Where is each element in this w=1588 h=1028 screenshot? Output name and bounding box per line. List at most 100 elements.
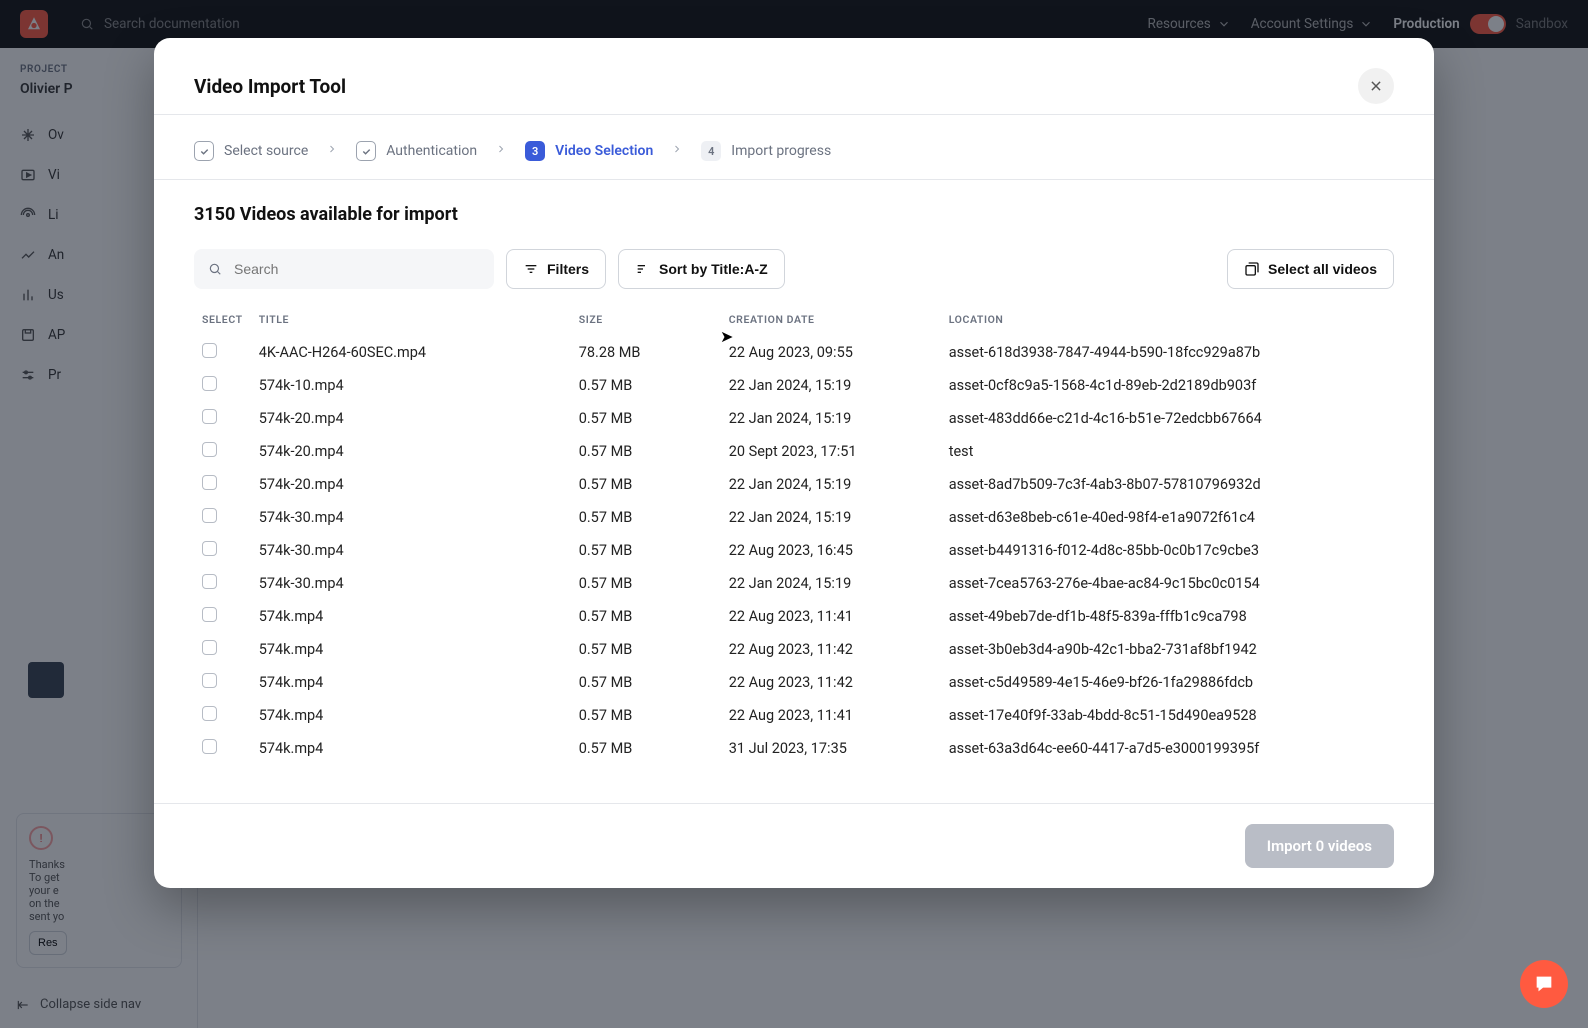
table-row[interactable]: 4K-AAC-H264-60SEC.mp478.28 MB22 Aug 2023… [194,336,1388,369]
row-location: asset-49beb7de-df1b-48f5-839a-fffb1c9ca7… [941,600,1388,633]
row-checkbox[interactable] [202,409,217,424]
row-location: asset-c5d49589-4e15-46e9-bf26-1fa29886fd… [941,666,1388,699]
row-size: 0.57 MB [571,666,721,699]
row-size: 0.57 MB [571,600,721,633]
col-location: LOCATION [941,313,1388,336]
help-fab[interactable] [1520,960,1568,1008]
row-date: 22 Aug 2023, 09:55 [721,336,941,369]
table-row[interactable]: 574k.mp40.57 MB22 Aug 2023, 11:41asset-1… [194,699,1388,732]
modal-overlay[interactable]: Video Import Tool Select source Authenti… [0,0,1588,1028]
row-title: 574k-20.mp4 [251,402,571,435]
table-row[interactable]: 574k-20.mp40.57 MB22 Jan 2024, 15:19asse… [194,402,1388,435]
row-title: 574k-20.mp4 [251,468,571,501]
stepper: Select source Authentication 3 Video Sel… [194,141,1394,161]
table-row[interactable]: 574k-30.mp40.57 MB22 Jan 2024, 15:19asse… [194,501,1388,534]
row-location: asset-d63e8beb-c61e-40ed-98f4-e1a9072f61… [941,501,1388,534]
row-checkbox[interactable] [202,739,217,754]
video-import-modal: Video Import Tool Select source Authenti… [154,38,1434,888]
row-date: 22 Jan 2024, 15:19 [721,501,941,534]
table-row[interactable]: 574k.mp40.57 MB31 Jul 2023, 17:35asset-6… [194,732,1388,765]
chevron-right-icon [326,143,338,159]
row-date: 22 Aug 2023, 16:45 [721,534,941,567]
video-search-input[interactable] [232,260,480,278]
row-checkbox[interactable] [202,508,217,523]
step-authentication[interactable]: Authentication [356,141,477,161]
check-icon [361,146,372,157]
row-checkbox[interactable] [202,607,217,622]
row-date: 22 Aug 2023, 11:41 [721,600,941,633]
row-size: 0.57 MB [571,369,721,402]
table-row[interactable]: 574k-10.mp40.57 MB22 Jan 2024, 15:19asse… [194,369,1388,402]
row-checkbox[interactable] [202,706,217,721]
video-table-scroll[interactable]: SELECT TITLE SIZE CREATION DATE LOCATION… [194,313,1394,803]
chevron-right-icon [671,143,683,159]
modal-title: Video Import Tool [194,75,346,98]
table-row[interactable]: 574k.mp40.57 MB22 Aug 2023, 11:42asset-3… [194,633,1388,666]
select-all-button[interactable]: Select all videos [1227,249,1394,289]
table-row[interactable]: 574k-20.mp40.57 MB22 Jan 2024, 15:19asse… [194,468,1388,501]
video-table: SELECT TITLE SIZE CREATION DATE LOCATION… [194,313,1388,765]
col-size: SIZE [571,313,721,336]
row-location: asset-3b0eb3d4-a90b-42c1-bba2-731af8bf19… [941,633,1388,666]
row-size: 0.57 MB [571,732,721,765]
row-checkbox[interactable] [202,376,217,391]
import-button[interactable]: Import 0 videos [1245,824,1394,868]
row-title: 574k-10.mp4 [251,369,571,402]
row-date: 31 Jul 2023, 17:35 [721,732,941,765]
row-size: 0.57 MB [571,699,721,732]
row-date: 22 Jan 2024, 15:19 [721,468,941,501]
row-title: 4K-AAC-H264-60SEC.mp4 [251,336,571,369]
row-size: 78.28 MB [571,336,721,369]
row-location: asset-63a3d64c-ee60-4417-a7d5-e300019939… [941,732,1388,765]
row-date: 22 Jan 2024, 15:19 [721,402,941,435]
row-checkbox[interactable] [202,475,217,490]
row-checkbox[interactable] [202,673,217,688]
row-location: asset-b4491316-f012-4d8c-85bb-0c0b17c9cb… [941,534,1388,567]
row-size: 0.57 MB [571,534,721,567]
table-row[interactable]: 574k.mp40.57 MB22 Aug 2023, 11:41asset-4… [194,600,1388,633]
row-location: asset-618d3938-7847-4944-b590-18fcc929a8… [941,336,1388,369]
row-title: 574k-30.mp4 [251,534,571,567]
sort-button[interactable]: Sort by Title:A-Z [618,249,785,289]
sort-icon [635,261,651,277]
table-row[interactable]: 574k-30.mp40.57 MB22 Jan 2024, 15:19asse… [194,567,1388,600]
close-icon [1369,79,1383,93]
row-date: 22 Jan 2024, 15:19 [721,369,941,402]
row-size: 0.57 MB [571,633,721,666]
row-checkbox[interactable] [202,442,217,457]
row-date: 22 Jan 2024, 15:19 [721,567,941,600]
search-icon [208,262,222,276]
col-title: TITLE [251,313,571,336]
row-date: 20 Sept 2023, 17:51 [721,435,941,468]
row-checkbox[interactable] [202,343,217,358]
row-date: 22 Aug 2023, 11:42 [721,666,941,699]
row-size: 0.57 MB [571,567,721,600]
row-location: asset-483dd66e-c21d-4c16-b51e-72edcbb676… [941,402,1388,435]
row-title: 574k.mp4 [251,633,571,666]
filter-icon [523,261,539,277]
col-date: CREATION DATE [721,313,941,336]
row-checkbox[interactable] [202,574,217,589]
row-checkbox[interactable] [202,541,217,556]
row-location: asset-17e40f9f-33ab-4bdd-8c51-15d490ea95… [941,699,1388,732]
row-title: 574k.mp4 [251,600,571,633]
table-row[interactable]: 574k.mp40.57 MB22 Aug 2023, 11:42asset-c… [194,666,1388,699]
col-select: SELECT [194,313,251,336]
row-title: 574k-20.mp4 [251,435,571,468]
step-select-source[interactable]: Select source [194,141,308,161]
step-video-selection[interactable]: 3 Video Selection [525,141,653,161]
row-title: 574k-30.mp4 [251,501,571,534]
row-checkbox[interactable] [202,640,217,655]
row-title: 574k.mp4 [251,699,571,732]
chevron-right-icon [495,143,507,159]
video-search[interactable] [194,249,494,289]
row-location: test [941,435,1388,468]
filters-button[interactable]: Filters [506,249,606,289]
table-row[interactable]: 574k-30.mp40.57 MB22 Aug 2023, 16:45asse… [194,534,1388,567]
available-count: 3150 Videos available for import [194,204,1394,225]
table-row[interactable]: 574k-20.mp40.57 MB20 Sept 2023, 17:51tes… [194,435,1388,468]
row-title: 574k-30.mp4 [251,567,571,600]
row-date: 22 Aug 2023, 11:42 [721,633,941,666]
row-location: asset-0cf8c9a5-1568-4c1d-89eb-2d2189db90… [941,369,1388,402]
close-modal-button[interactable] [1358,68,1394,104]
